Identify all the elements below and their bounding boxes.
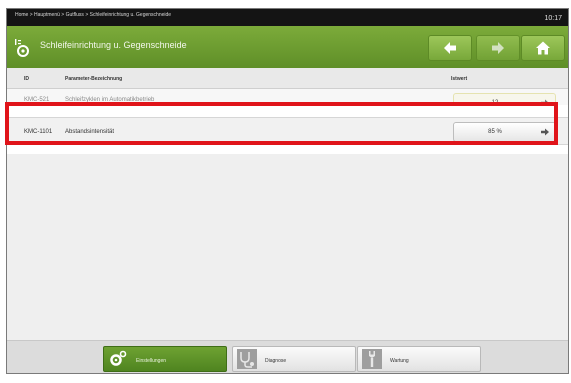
table-header: ID Parameter-Bezeichnung Istwert xyxy=(7,68,568,89)
tab-diagnose[interactable]: Diagnose xyxy=(232,346,356,372)
column-actual-value: Istwert xyxy=(451,76,468,82)
highlight-frame xyxy=(5,102,558,145)
forward-button[interactable] xyxy=(476,35,520,61)
app-window: Home > Hauptmenü > Gutfluss > Schleifein… xyxy=(6,8,569,374)
tab-einstellungen[interactable]: Einstellungen xyxy=(103,346,227,372)
tab-label: Einstellungen xyxy=(136,358,167,364)
settings-gear-icon xyxy=(15,39,29,57)
tab-label: Wartung xyxy=(390,358,409,364)
stethoscope-icon xyxy=(237,349,257,369)
back-button[interactable] xyxy=(428,35,472,61)
tab-wartung[interactable]: Wartung xyxy=(357,346,481,372)
home-icon xyxy=(536,41,550,55)
page-header: Schleifeinrichtung u. Gegenschneide xyxy=(7,26,568,68)
breadcrumb[interactable]: Home > Hauptmenü > Gutfluss > Schleifein… xyxy=(15,12,171,18)
clock: 10:17 xyxy=(544,15,562,22)
status-bar: Home > Hauptmenü > Gutfluss > Schleifein… xyxy=(7,9,568,26)
tab-label: Diagnose xyxy=(265,358,287,364)
arrow-right-icon xyxy=(492,42,504,54)
bottom-tab-bar: Einstellungen Diagnose Wartung xyxy=(7,340,568,373)
arrow-left-icon xyxy=(444,42,456,54)
column-parameter: Parameter-Bezeichnung xyxy=(65,76,123,82)
empty-list-area xyxy=(7,154,568,340)
column-id: ID xyxy=(24,76,29,82)
home-button[interactable] xyxy=(521,35,565,61)
page-title: Schleifeinrichtung u. Gegenschneide xyxy=(40,40,187,50)
wrench-icon xyxy=(362,349,382,369)
gears-icon xyxy=(110,350,127,366)
